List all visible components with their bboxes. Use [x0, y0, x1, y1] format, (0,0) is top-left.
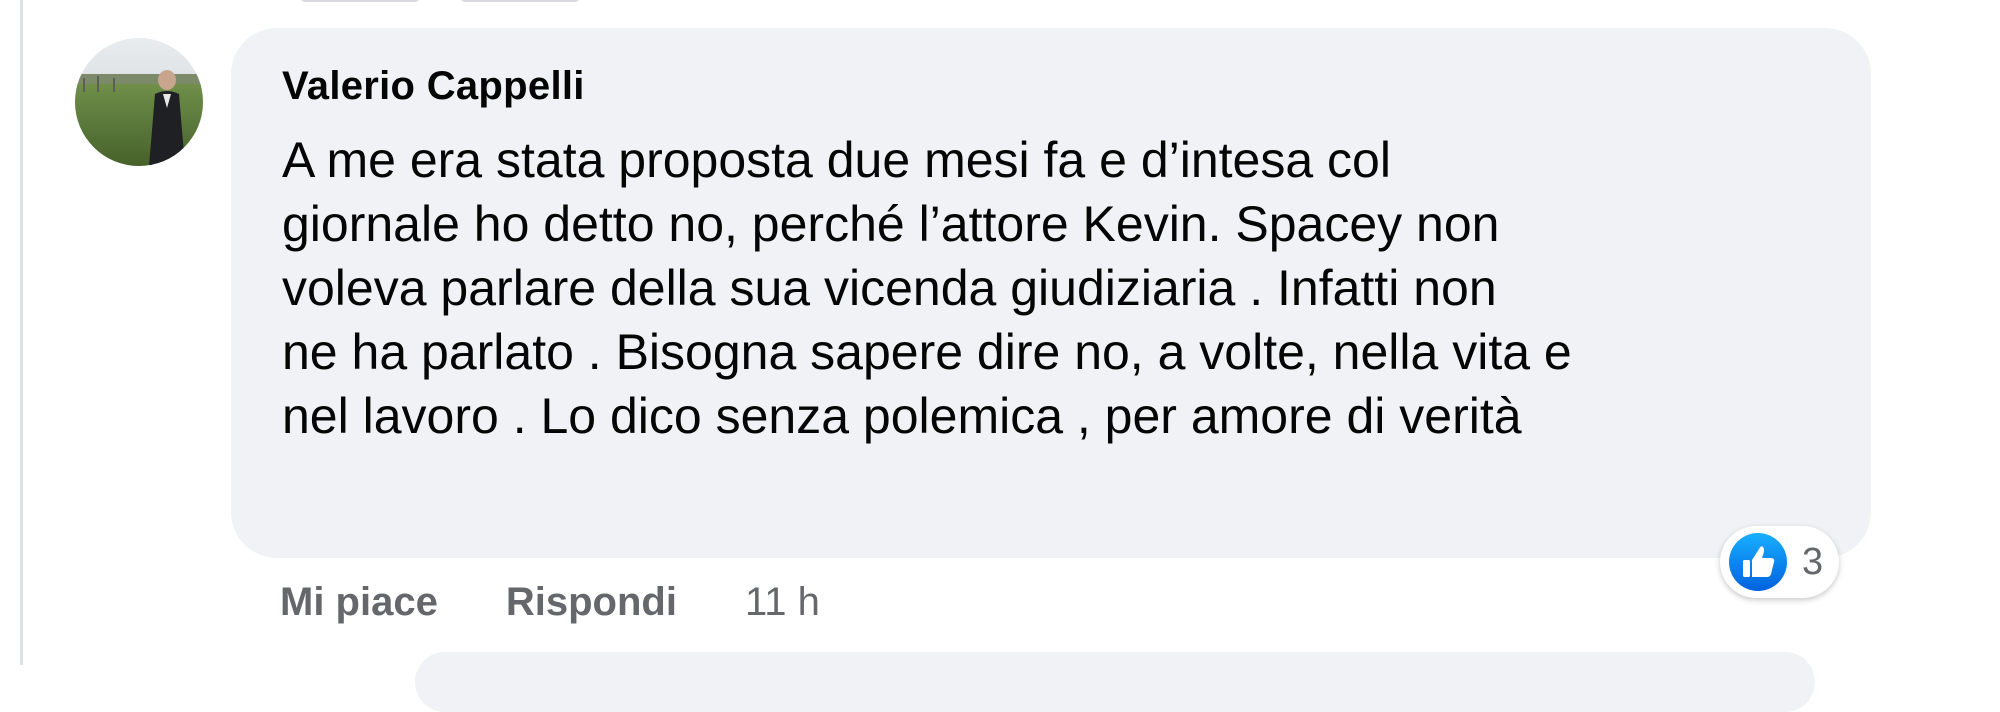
comment-text-line: voleva parlare della sua vicenda giudizi…	[282, 260, 1497, 316]
previous-comment-fragment-piece	[460, 0, 580, 2]
like-button[interactable]: Mi piace	[280, 580, 438, 625]
avatar-photo	[75, 38, 203, 166]
comment-text-line: giornale ho detto no, perché l’attore Ke…	[282, 196, 1500, 252]
thumbs-up-icon	[1729, 533, 1787, 591]
reaction-summary[interactable]: 3	[1720, 526, 1840, 598]
reaction-count: 3	[1802, 540, 1824, 583]
comment-author-name[interactable]: Valerio Cappelli	[282, 64, 585, 109]
previous-comment-fragment-piece	[300, 0, 420, 2]
comment-bubble: Valerio Cappelli A me era stata proposta…	[231, 28, 1871, 558]
avatar[interactable]	[75, 38, 203, 166]
comment-actions: Mi piace Rispondi 11 h	[280, 572, 820, 632]
reply-button[interactable]: Rispondi	[506, 580, 677, 625]
comment-timestamp[interactable]: 11 h	[745, 580, 820, 625]
previous-comment-fragment	[300, 0, 580, 6]
next-comment-bubble	[415, 652, 1815, 712]
comment-text-line: nel lavoro . Lo dico senza polemica , pe…	[282, 388, 1522, 444]
comment-text-line: ne ha parlato . Bisogna sapere dire no, …	[282, 324, 1572, 380]
thread-connector-line	[20, 0, 23, 665]
comment-text-line: A me era stata proposta due mesi fa e d’…	[282, 132, 1391, 188]
comment-text: A me era stata proposta due mesi fa e d’…	[282, 128, 1842, 448]
